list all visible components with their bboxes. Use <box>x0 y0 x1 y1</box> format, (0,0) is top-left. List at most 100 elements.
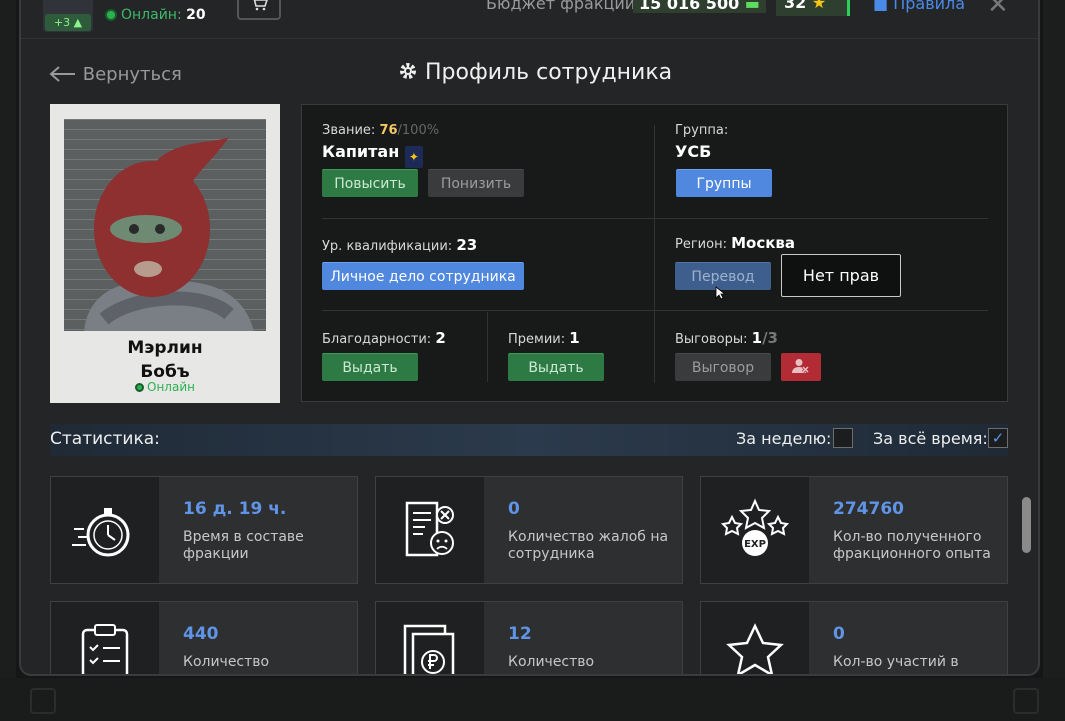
frame-bolt <box>30 688 56 714</box>
mouse-cursor-icon <box>715 286 725 300</box>
stat-card: EXP 274760 Кол-во полученного фракционно… <box>700 476 1008 584</box>
book-icon: ■ <box>873 0 889 13</box>
reprimand-row: Выговоры: 1/3 <box>675 329 778 347</box>
rank-name: Капитан <box>322 142 400 161</box>
thanks-label: Благодарности: <box>322 332 432 347</box>
groups-button[interactable]: Группы <box>676 169 772 197</box>
stat-card: 12 Количество <box>375 601 683 674</box>
week-checkbox[interactable] <box>833 428 853 448</box>
online-label: Онлайн: <box>121 7 182 23</box>
scrollbar-thumb[interactable] <box>1022 497 1031 553</box>
reprimand-max: /3 <box>762 329 778 347</box>
qualification-label: Ур. квалификации: <box>322 239 453 254</box>
thanks-row: Благодарности: 2 <box>322 329 446 347</box>
money-icon: ▬ <box>744 0 760 13</box>
give-bonus-button[interactable]: Выдать <box>508 353 604 381</box>
rank-plus-text: +3 <box>53 16 71 29</box>
rules-label: Правила <box>893 0 966 13</box>
bonus-value: 1 <box>569 329 580 347</box>
stat-card: 0 Количество жалоб на сотрудника <box>375 476 683 584</box>
bottom-frame <box>0 678 1065 721</box>
checkmark-icon: ✓ <box>991 429 1005 447</box>
employee-photo-card: Мэрлин Бобъ Онлайн <box>50 104 280 403</box>
group-label: Группа: <box>675 123 729 138</box>
rules-link[interactable]: ■ Правила <box>873 0 965 13</box>
week-filter-label: За неделю: <box>736 429 832 448</box>
rank-progress: 76 <box>379 123 398 138</box>
stat-value: 440 <box>183 624 219 644</box>
thanks-value: 2 <box>435 329 446 347</box>
demote-button[interactable]: Понизить <box>428 169 524 197</box>
online-dot-icon <box>135 383 145 392</box>
stat-value: 0 <box>833 624 845 644</box>
stat-icon-box <box>376 477 484 583</box>
reprimand-value: 1 <box>751 329 763 347</box>
stat-value: 0 <box>508 499 520 519</box>
stat-label: Количество жалоб на сотрудника <box>508 529 669 562</box>
promote-button[interactable]: Повысить <box>322 169 418 197</box>
budget-value-box: 15 016 500 ▬ <box>633 0 766 13</box>
outer-frame-right <box>1043 0 1065 721</box>
give-thanks-button[interactable]: Выдать <box>322 353 418 381</box>
row-divider <box>322 218 988 219</box>
stat-value: 12 <box>508 624 532 644</box>
online-dot-icon <box>105 9 117 21</box>
region-row: Регион: Москва <box>675 234 795 252</box>
stars-counter: 32 ★ <box>776 0 850 16</box>
alltime-filter-label: За всё время: <box>873 429 988 448</box>
stat-icon-box <box>376 602 484 674</box>
cart-button[interactable] <box>237 0 281 20</box>
rank-name-row: Капитан ✦ <box>322 142 423 168</box>
stars-value: 32 <box>784 0 807 12</box>
region-label: Регион: <box>675 237 727 252</box>
rank-progress-max: /100% <box>397 123 440 138</box>
stat-card: 0 Кол-во участий в <box>700 601 1008 674</box>
back-label: Вернуться <box>82 64 182 85</box>
outer-frame-left <box>0 0 16 721</box>
stat-label: Кол-во участий в <box>833 654 959 670</box>
ruble-document-icon <box>403 624 455 674</box>
avatar-illustration <box>84 137 254 331</box>
online-counter: Онлайн: 20 <box>105 7 206 23</box>
stat-value: 274760 <box>833 499 904 519</box>
stat-label: Количество <box>183 654 270 670</box>
clipboard-icon <box>81 624 129 674</box>
online-count: 20 <box>186 7 206 23</box>
stat-card: 16 д. 19 ч. Время в составе фракции <box>50 476 358 584</box>
employee-status-text: Онлайн <box>147 380 195 394</box>
stat-label: Кол-во полученного фракционного опыта <box>833 529 991 562</box>
stats-header: Статистика: За неделю: За всё время: ✓ <box>50 424 1008 456</box>
gear-icon <box>400 63 416 79</box>
stat-label: Количество <box>508 654 595 670</box>
budget-value: 15 016 500 <box>639 0 740 13</box>
back-button[interactable]: Вернуться <box>49 64 182 85</box>
star-icon <box>726 623 784 674</box>
stat-icon-box <box>51 602 159 674</box>
qualification-row: Ур. квалификации: 23 <box>322 236 477 254</box>
rank-label: Звание: <box>322 123 376 138</box>
frame-bolt <box>1013 688 1039 714</box>
remove-reprimand-button[interactable] <box>781 353 821 381</box>
profile-info-panel: Звание: 76/100% Капитан ✦ Повысить Пониз… <box>301 104 1008 402</box>
stopwatch-icon <box>72 508 130 557</box>
region-value: Москва <box>731 234 796 252</box>
page-title: Профиль сотрудника <box>398 60 672 85</box>
star-icon: ★ <box>811 0 827 12</box>
stat-label: Время в составе фракции <box>183 529 304 562</box>
reprimand-button[interactable]: Выговор <box>675 353 771 381</box>
cart-icon <box>253 0 268 11</box>
rank-insignia-icon: ✦ <box>404 146 423 168</box>
alltime-checkbox[interactable]: ✓ <box>988 428 1008 448</box>
rank-row: Звание: 76/100% <box>322 123 439 138</box>
bonus-label: Премии: <box>508 332 566 347</box>
arrow-left-icon <box>49 66 75 82</box>
close-icon[interactable]: ✕ <box>987 0 1009 20</box>
column-divider <box>654 125 655 383</box>
employee-photo <box>64 119 266 331</box>
personal-file-button[interactable]: Личное дело сотрудника <box>322 262 524 290</box>
no-rights-tooltip: Нет прав <box>781 254 901 297</box>
qualification-value: 23 <box>456 236 478 254</box>
employee-first-name: Мэрлин <box>127 338 203 358</box>
page-title-text: Профиль сотрудника <box>425 60 673 85</box>
rank-plus-badge: +3 ▲ <box>45 14 91 31</box>
